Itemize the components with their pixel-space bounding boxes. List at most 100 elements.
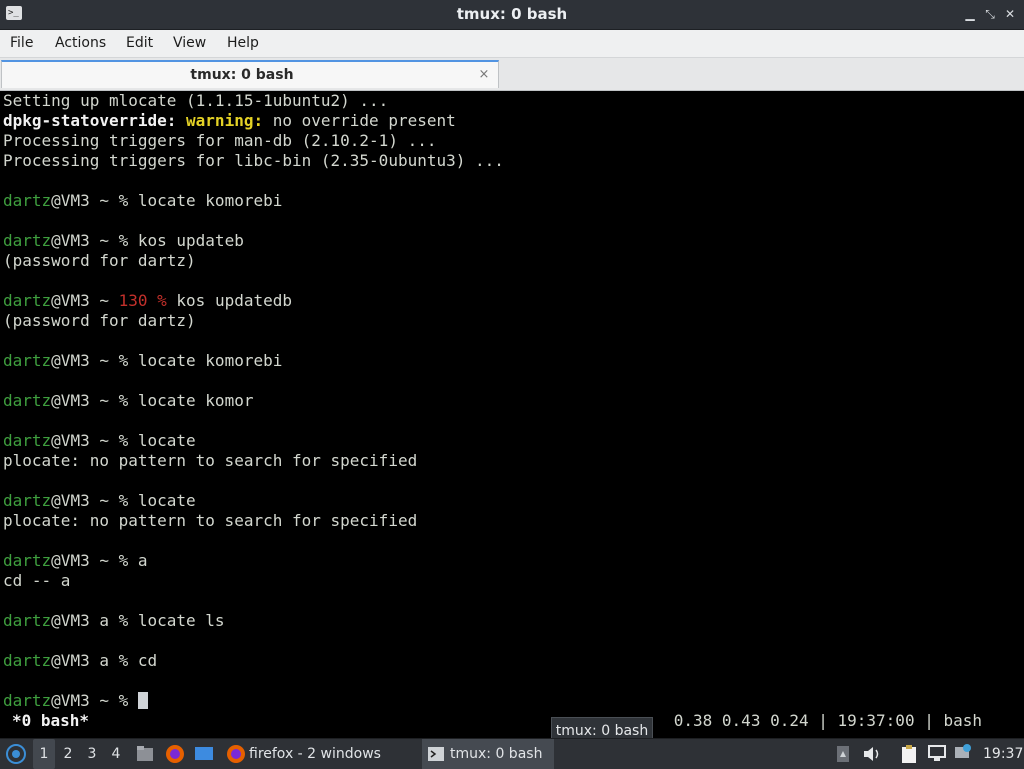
workspace-3[interactable]: 3 xyxy=(81,739,103,769)
workspace-4[interactable]: 4 xyxy=(105,739,127,769)
terminal-line: dartz@VM3 ~ % locate xyxy=(3,431,504,451)
task-tmux[interactable]: tmux: 0 bash xyxy=(422,739,554,769)
tmux-window-indicator: *0 bash* xyxy=(12,711,90,730)
terminal-text: @VM3 a % locate ls xyxy=(51,611,225,630)
prompt-user: dartz xyxy=(3,611,52,630)
terminal-line: dartz@VM3 ~ % a xyxy=(3,551,504,571)
terminal-text: warning: xyxy=(186,111,264,130)
prompt-user: dartz xyxy=(3,191,52,210)
restore-icon[interactable]: ⤡ xyxy=(982,6,998,22)
updates-button[interactable] xyxy=(954,744,972,762)
firefox-icon xyxy=(166,745,184,763)
network-button[interactable] xyxy=(928,744,946,762)
clipboard-icon xyxy=(902,745,916,763)
terminal-text: (password for dartz) xyxy=(3,251,196,270)
terminal-line: dartz@VM3 ~ % locate komor xyxy=(3,391,504,411)
tmux-status-right: 0.38 0.43 0.24 | 19:37:00 | bash xyxy=(673,711,982,730)
terminal-text: @VM3 ~ % locate komorebi xyxy=(51,351,283,370)
show-desktop-button[interactable] xyxy=(194,745,214,763)
tab-label: tmux: 0 bash xyxy=(190,67,294,83)
clipboard-button[interactable] xyxy=(900,744,918,764)
terminal-line: (password for dartz) xyxy=(3,251,504,271)
menu-bar: File Actions Edit View Help xyxy=(0,30,1024,58)
window-title: tmux: 0 bash xyxy=(456,5,568,23)
tab-tmux[interactable]: tmux: 0 bash × xyxy=(1,60,499,88)
task-firefox[interactable]: firefox - 2 windows xyxy=(222,739,417,769)
tmux-status-bar: *0 bash* 0.38 0.43 0.24 | 19:37:00 | bas… xyxy=(0,711,1024,731)
prompt-user: dartz xyxy=(3,431,52,450)
terminal-text: plocate: no pattern to search for specif… xyxy=(3,451,418,470)
terminal-line: plocate: no pattern to search for specif… xyxy=(3,451,504,471)
terminal-line: dartz@VM3 ~ % locate xyxy=(3,491,504,511)
clock[interactable]: 19:37 xyxy=(983,739,1023,769)
terminal-text: Processing triggers for man-db (2.10.2-1… xyxy=(3,131,437,150)
close-icon[interactable]: ✕ xyxy=(1002,6,1018,22)
volume-button[interactable] xyxy=(862,745,882,763)
terminal-line: dartz@VM3 a % locate ls xyxy=(3,611,504,631)
firefox-icon xyxy=(227,745,245,763)
folder-icon xyxy=(137,746,153,761)
tab-close-icon[interactable]: × xyxy=(476,62,492,88)
terminal-text: @VM3 ~ % a xyxy=(51,551,148,570)
terminal-text: @VM3 ~ % xyxy=(51,691,138,710)
terminal-text: cd -- a xyxy=(3,571,71,590)
workspace-1[interactable]: 1 xyxy=(33,739,55,769)
terminal-text: plocate: no pattern to search for specif… xyxy=(3,511,418,530)
menu-help[interactable]: Help xyxy=(227,30,259,57)
terminal-line: dartz@VM3 ~ % locate komorebi xyxy=(3,351,504,371)
file-manager-launcher[interactable] xyxy=(135,744,155,764)
terminal-line: Processing triggers for libc-bin (2.35-0… xyxy=(3,151,504,171)
menu-actions[interactable]: Actions xyxy=(55,30,106,57)
menu-file[interactable]: File xyxy=(10,30,33,57)
minimize-icon[interactable]: ▁ xyxy=(962,6,978,22)
terminal-text: @VM3 ~ % locate xyxy=(51,431,196,450)
prompt-user: dartz xyxy=(3,231,52,250)
start-menu-button[interactable] xyxy=(4,739,28,769)
terminal-line: Setting up mlocate (1.1.15-1ubuntu2) ... xyxy=(3,91,504,111)
prompt-user: dartz xyxy=(3,651,52,670)
terminal-text: 130 % xyxy=(118,291,167,310)
task-label: tmux: 0 bash xyxy=(450,746,543,762)
network-icon xyxy=(928,745,946,761)
desktop-icon xyxy=(195,747,213,760)
terminal-text: @VM3 ~ % locate komor xyxy=(51,391,254,410)
terminal-line: dartz@VM3 ~ 130 % kos updatedb xyxy=(3,291,504,311)
window-titlebar[interactable]: >_ tmux: 0 bash ▁ ⤡ ✕ xyxy=(0,0,1024,30)
terminal-line: dartz@VM3 ~ % xyxy=(3,691,504,711)
prompt-user: dartz xyxy=(3,391,52,410)
terminal-line: dpkg-statoverride: warning: no override … xyxy=(3,111,504,131)
menu-edit[interactable]: Edit xyxy=(126,30,153,57)
tray-app-icon[interactable] xyxy=(836,745,850,763)
terminal-view[interactable]: Setting up mlocate (1.1.15-1ubuntu2) ...… xyxy=(0,91,1024,736)
terminal-line: dartz@VM3 ~ % locate komorebi xyxy=(3,191,504,211)
workspace-2[interactable]: 2 xyxy=(57,739,79,769)
tray-triangle-icon xyxy=(837,746,849,762)
lubuntu-logo-icon xyxy=(6,744,26,764)
terminal-line: Processing triggers for man-db (2.10.2-1… xyxy=(3,131,504,151)
terminal-icon xyxy=(428,747,444,761)
terminal-line: dartz@VM3 ~ % kos updateb xyxy=(3,231,504,251)
taskbar: 1 2 3 4 firefox - 2 windows tmux: 0 bash xyxy=(0,738,1024,769)
prompt-user: dartz xyxy=(3,691,52,710)
terminal-line: plocate: no pattern to search for specif… xyxy=(3,511,504,531)
terminal-text: @VM3 a % cd xyxy=(51,651,158,670)
menu-view[interactable]: View xyxy=(173,30,206,57)
firefox-launcher[interactable] xyxy=(165,744,185,764)
volume-icon xyxy=(864,747,879,761)
terminal-line: (password for dartz) xyxy=(3,311,504,331)
terminal-text: @VM3 ~ % kos updateb xyxy=(51,231,244,250)
terminal-text: (password for dartz) xyxy=(3,311,196,330)
terminal-text: @VM3 ~ xyxy=(51,291,119,310)
prompt-user: dartz xyxy=(3,551,52,570)
update-notifier-icon xyxy=(955,744,971,758)
